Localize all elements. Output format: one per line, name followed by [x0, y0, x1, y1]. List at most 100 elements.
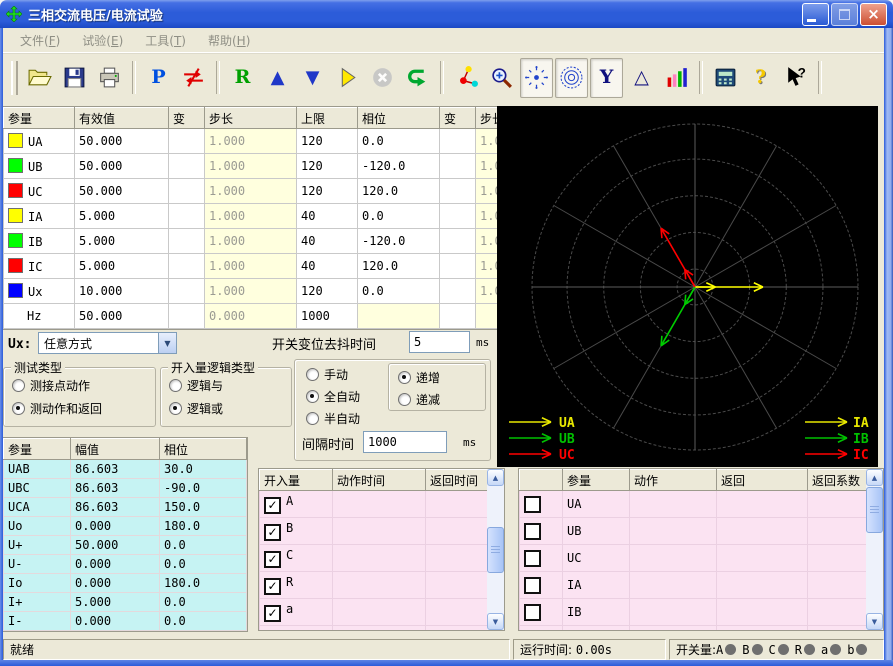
checkbox-icon[interactable]	[524, 523, 541, 540]
switch-table-scrollbar[interactable]: ▲ ▼	[487, 469, 504, 630]
lower-value-button[interactable]: ▼	[296, 58, 329, 98]
cell-var1[interactable]	[169, 129, 205, 154]
zoom-in-button[interactable]	[485, 58, 518, 98]
menu-item-T[interactable]: 工具(T)	[134, 32, 197, 49]
raise-value-button[interactable]: ▲	[261, 58, 294, 98]
radio-icon[interactable]	[169, 402, 182, 415]
radio-logic-type-1[interactable]: 逻辑或	[169, 400, 223, 417]
scroll-thumb[interactable]	[487, 527, 504, 573]
cell-rms[interactable]: 50.000	[75, 154, 169, 179]
cell-rms[interactable]: 5.000	[75, 204, 169, 229]
help-button[interactable]: ?	[744, 58, 777, 98]
cell-limit[interactable]: 120	[297, 154, 358, 179]
radio-icon[interactable]	[12, 379, 25, 392]
reset-r-button[interactable]: R	[226, 58, 259, 98]
cell-rms[interactable]: 50.000	[75, 179, 169, 204]
interval-input[interactable]	[363, 431, 447, 453]
radio-direction-0[interactable]: 递增	[398, 369, 440, 386]
set-params-p-button[interactable]: P	[142, 58, 175, 98]
radio-direction-1[interactable]: 递减	[398, 391, 440, 408]
cell-var2[interactable]	[440, 254, 476, 279]
start-test-button[interactable]	[331, 58, 364, 98]
cell-var1[interactable]	[169, 229, 205, 254]
cell-limit[interactable]: 120	[297, 129, 358, 154]
checkbox-icon[interactable]: ✓	[264, 497, 281, 514]
cell-rms[interactable]: 50.000	[75, 129, 169, 154]
cell-limit[interactable]: 40	[297, 204, 358, 229]
cell-rms[interactable]: 10.000	[75, 279, 169, 304]
cell-phase[interactable]: -120.0	[358, 229, 440, 254]
cell-limit[interactable]: 120	[297, 179, 358, 204]
radio-icon[interactable]	[306, 390, 319, 403]
cell-phase[interactable]: 0.0	[358, 204, 440, 229]
y-connection-button[interactable]: Y	[590, 58, 623, 98]
radio-logic-type-0[interactable]: 逻辑与	[169, 377, 223, 394]
radio-icon[interactable]	[306, 412, 319, 425]
cell-phase[interactable]: 0.0	[358, 129, 440, 154]
cell-var1[interactable]	[169, 279, 205, 304]
menu-item-H[interactable]: 帮助(H)	[197, 32, 261, 49]
modify-output-button[interactable]	[177, 58, 210, 98]
cell-limit[interactable]: 1000	[297, 304, 358, 329]
cell-rms[interactable]: 50.000	[75, 304, 169, 329]
cell-var1[interactable]	[169, 204, 205, 229]
harmonics-bars-button[interactable]	[660, 58, 693, 98]
radio-mode-2[interactable]: 半自动	[306, 410, 360, 427]
rings-view-button[interactable]	[555, 58, 588, 98]
scroll-up-icon[interactable]: ▲	[487, 469, 504, 486]
cell-rms[interactable]: 5.000	[75, 254, 169, 279]
radio-icon[interactable]	[398, 393, 411, 406]
cell-var2[interactable]	[440, 179, 476, 204]
checkbox-icon[interactable]	[524, 496, 541, 513]
menu-item-F[interactable]: 文件(F)	[9, 32, 71, 49]
scroll-down-icon[interactable]: ▼	[487, 613, 504, 630]
cell-var2[interactable]	[440, 229, 476, 254]
cell-var1[interactable]	[169, 254, 205, 279]
checkbox-icon[interactable]	[524, 604, 541, 621]
checkbox-icon[interactable]: ✓	[264, 524, 281, 541]
checkbox-icon[interactable]: ✓	[264, 605, 281, 622]
scroll-up-icon[interactable]: ▲	[866, 469, 883, 486]
checkbox-icon[interactable]: ✓	[264, 578, 281, 595]
cell-limit[interactable]: 40	[297, 254, 358, 279]
radio-icon[interactable]	[306, 368, 319, 381]
radio-test-type-1[interactable]: 测动作和返回	[12, 400, 102, 417]
radio-icon[interactable]	[169, 379, 182, 392]
checkbox-icon[interactable]	[524, 577, 541, 594]
cell-var1[interactable]	[169, 154, 205, 179]
radio-icon[interactable]	[398, 371, 411, 384]
cell-phase[interactable]: 0.0	[358, 279, 440, 304]
vector-diagram-button[interactable]	[450, 58, 483, 98]
cell-limit[interactable]: 40	[297, 229, 358, 254]
radio-mode-1[interactable]: 全自动	[306, 388, 360, 405]
cell-phase[interactable]: -120.0	[358, 154, 440, 179]
save-file-button[interactable]	[58, 58, 91, 98]
chevron-down-icon[interactable]: ▼	[158, 333, 176, 353]
cell-limit[interactable]: 120	[297, 279, 358, 304]
radio-test-type-0[interactable]: 测接点动作	[12, 377, 90, 394]
cell-phase[interactable]	[358, 304, 440, 329]
cell-var2[interactable]	[440, 279, 476, 304]
cell-var2[interactable]	[440, 129, 476, 154]
scroll-thumb[interactable]	[866, 487, 883, 533]
cell-var1[interactable]	[169, 179, 205, 204]
close-button[interactable]: ×	[860, 3, 887, 26]
radio-icon[interactable]	[12, 402, 25, 415]
debounce-input[interactable]	[409, 331, 470, 353]
print-button[interactable]	[93, 58, 126, 98]
cell-var2[interactable]	[440, 304, 476, 329]
cell-var1[interactable]	[169, 304, 205, 329]
checkbox-icon[interactable]	[524, 550, 541, 567]
undo-button[interactable]	[401, 58, 434, 98]
rays-view-button[interactable]	[520, 58, 553, 98]
maximize-button[interactable]	[831, 3, 858, 26]
ux-mode-select[interactable]: 任意方式 ▼	[38, 332, 177, 354]
cell-var2[interactable]	[440, 204, 476, 229]
delta-connection-button[interactable]: △	[625, 58, 658, 98]
context-help-button[interactable]: ?	[779, 58, 812, 98]
radio-mode-0[interactable]: 手动	[306, 366, 348, 383]
scroll-down-icon[interactable]: ▼	[866, 613, 883, 630]
calculator-button[interactable]	[709, 58, 742, 98]
minimize-button[interactable]	[802, 3, 829, 26]
cell-phase[interactable]: 120.0	[358, 254, 440, 279]
